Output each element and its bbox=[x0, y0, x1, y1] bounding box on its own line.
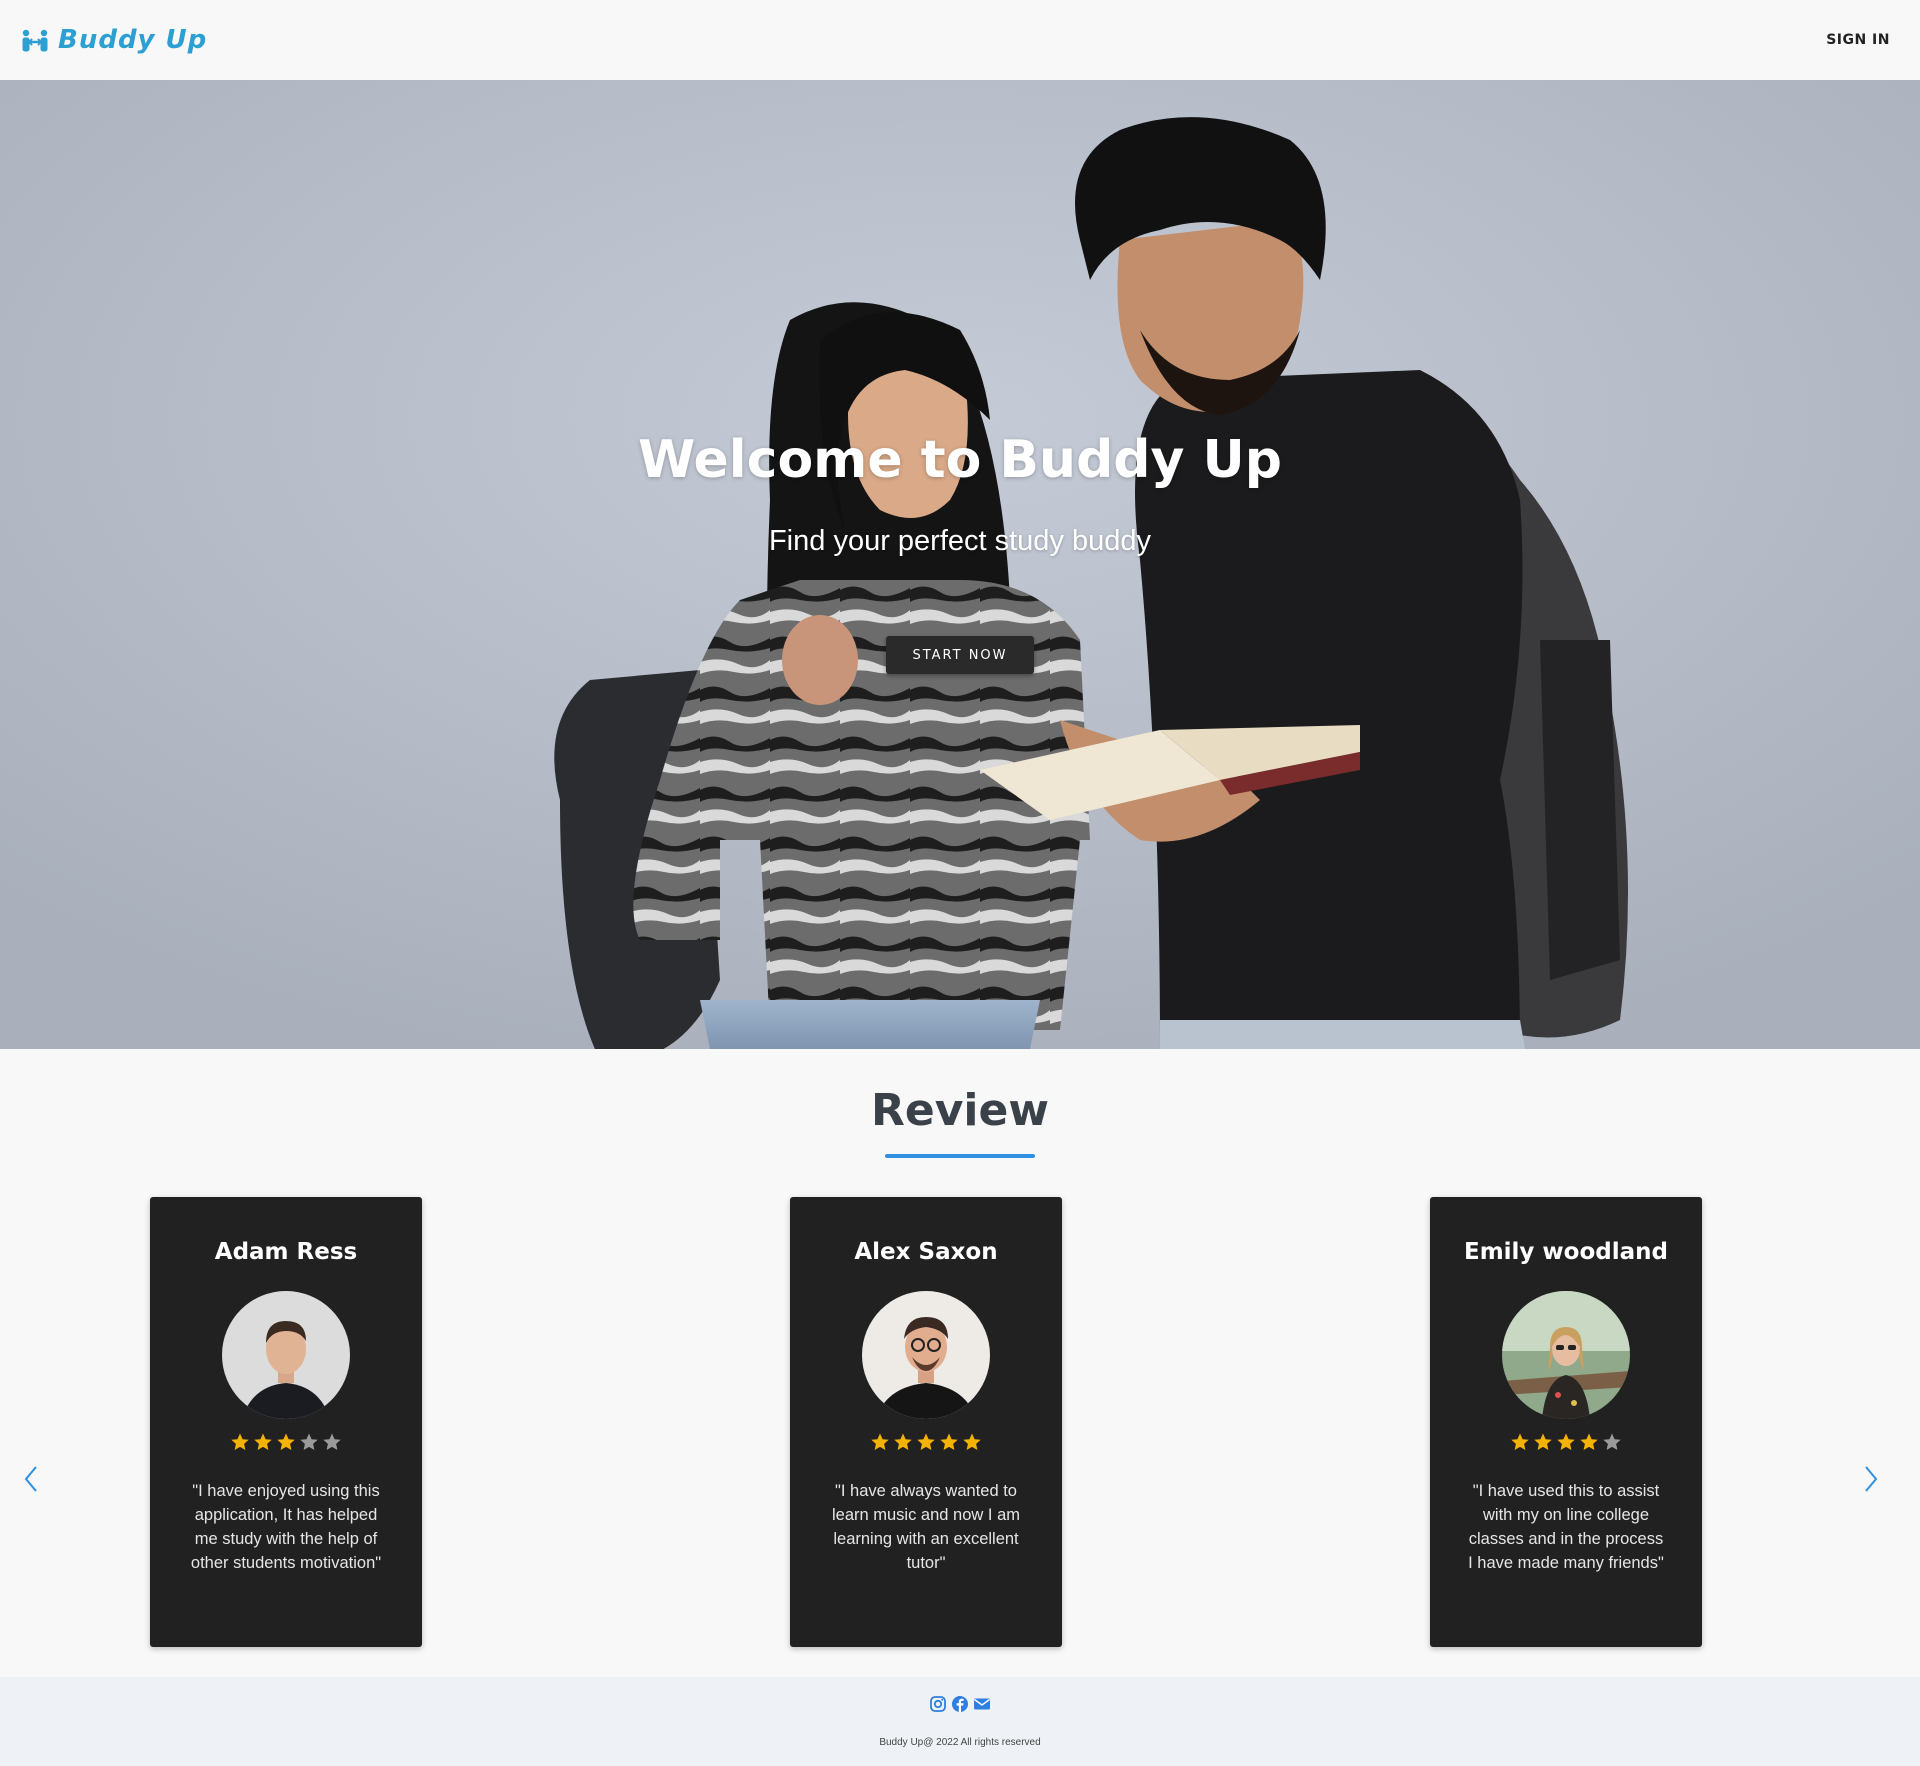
carousel-prev-button[interactable] bbox=[16, 1459, 46, 1499]
chevron-right-icon bbox=[1865, 1466, 1878, 1492]
chevron-left-icon bbox=[24, 1466, 37, 1492]
buddies-icon bbox=[22, 29, 48, 52]
social-links bbox=[0, 1695, 1920, 1713]
star-filled-icon bbox=[917, 1433, 935, 1450]
reviewer-name: Adam Ress bbox=[214, 1239, 358, 1265]
review-section: Review Adam Ress "I have enjoyed using t… bbox=[0, 1049, 1920, 1677]
review-quote: "I have used this to assist with my on l… bbox=[1468, 1482, 1664, 1572]
instagram-icon bbox=[930, 1696, 946, 1712]
logo-text: Buddy Up bbox=[58, 25, 208, 55]
star-filled-icon bbox=[963, 1433, 981, 1450]
star-rating bbox=[790, 1432, 1062, 1452]
star-rating bbox=[1430, 1432, 1702, 1452]
facebook-icon bbox=[952, 1696, 968, 1712]
hero-image bbox=[0, 80, 1920, 1049]
star-empty-icon bbox=[323, 1433, 341, 1450]
instagram-link[interactable] bbox=[929, 1695, 947, 1713]
review-card: Alex Saxon "I have always wanted to lear… bbox=[790, 1197, 1062, 1647]
star-filled-icon bbox=[871, 1433, 889, 1450]
reviewer-name: Emily woodland bbox=[1463, 1239, 1668, 1265]
copyright-text: Buddy Up@ 2022 All rights reserved bbox=[879, 1737, 1041, 1748]
star-filled-icon bbox=[277, 1433, 295, 1450]
star-filled-icon bbox=[1557, 1433, 1575, 1450]
email-link[interactable] bbox=[973, 1695, 991, 1713]
star-filled-icon bbox=[1511, 1433, 1529, 1450]
star-filled-icon bbox=[254, 1433, 272, 1450]
star-filled-icon bbox=[231, 1433, 249, 1450]
carousel-next-button[interactable] bbox=[1856, 1459, 1886, 1499]
hero-subtitle: Find your perfect study buddy bbox=[768, 525, 1152, 557]
site-footer: Buddy Up@ 2022 All rights reserved bbox=[0, 1677, 1920, 1766]
star-filled-icon bbox=[940, 1433, 958, 1450]
avatar bbox=[222, 1291, 350, 1419]
review-quote: "I have always wanted to learn music and… bbox=[831, 1482, 1020, 1572]
star-empty-icon bbox=[1603, 1433, 1621, 1450]
hero-title: Welcome to Buddy Up bbox=[638, 430, 1282, 490]
star-rating bbox=[150, 1432, 422, 1452]
star-filled-icon bbox=[1534, 1433, 1552, 1450]
avatar bbox=[862, 1291, 990, 1419]
review-card: Adam Ress "I have enjoyed using this app… bbox=[150, 1197, 422, 1647]
envelope-icon bbox=[974, 1698, 990, 1710]
start-now-button[interactable]: START NOW bbox=[886, 636, 1034, 674]
reviewer-name: Alex Saxon bbox=[854, 1239, 998, 1265]
review-underline bbox=[885, 1154, 1035, 1158]
review-card: Emily woodland "I have used this to assi… bbox=[1430, 1197, 1702, 1647]
star-empty-icon bbox=[300, 1433, 318, 1450]
review-quote: "I have enjoyed using this application, … bbox=[190, 1482, 382, 1572]
avatar bbox=[1502, 1291, 1630, 1419]
star-filled-icon bbox=[894, 1433, 912, 1450]
logo-link[interactable]: Buddy Up bbox=[20, 25, 207, 55]
hero-section: Welcome to Buddy Up Find your perfect st… bbox=[0, 80, 1920, 1049]
review-title: Review bbox=[871, 1085, 1049, 1136]
star-filled-icon bbox=[1580, 1433, 1598, 1450]
facebook-link[interactable] bbox=[951, 1695, 969, 1713]
sign-in-link[interactable]: SIGN IN bbox=[1826, 32, 1890, 48]
site-header: Buddy Up SIGN IN bbox=[0, 0, 1920, 80]
